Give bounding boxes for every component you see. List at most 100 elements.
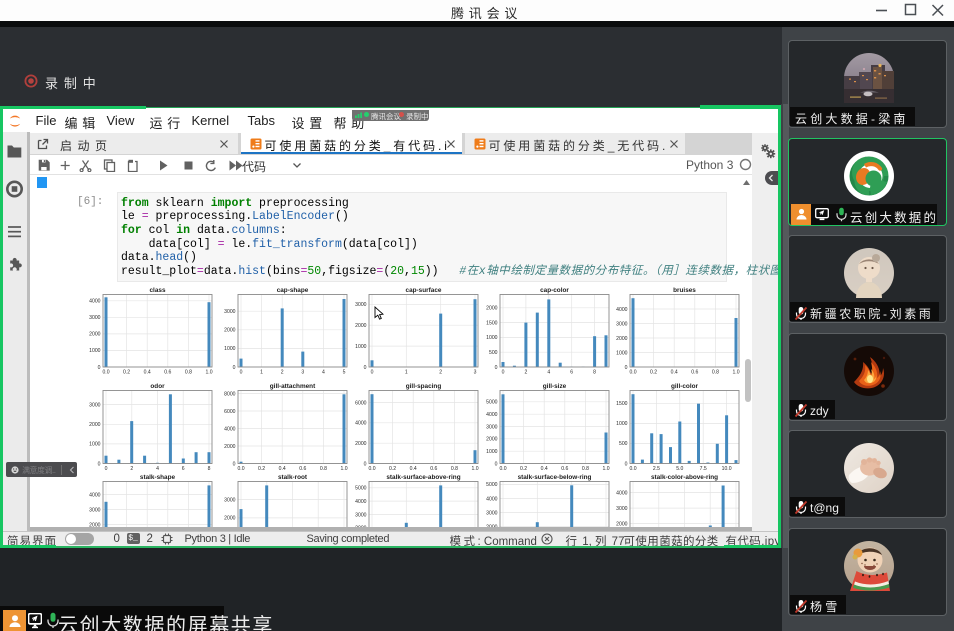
svg-text:3: 3 <box>474 370 477 376</box>
svg-text:3000: 3000 <box>224 309 235 315</box>
svg-text:5000: 5000 <box>486 400 497 406</box>
svg-text:1000: 1000 <box>616 350 627 356</box>
svg-text:3000: 3000 <box>89 402 100 408</box>
svg-text:5: 5 <box>343 370 346 376</box>
svg-text:stalk-shape: stalk-shape <box>140 474 176 481</box>
svg-text:0.4: 0.4 <box>541 466 548 472</box>
svg-text:gill-size: gill-size <box>543 383 567 390</box>
svg-text:0.0: 0.0 <box>629 370 636 376</box>
svg-text:2000: 2000 <box>486 306 497 312</box>
svg-text:0.0: 0.0 <box>237 466 244 472</box>
svg-text:0: 0 <box>98 365 101 371</box>
svg-text:5.0: 5.0 <box>676 466 683 472</box>
svg-text:2.5: 2.5 <box>653 466 660 472</box>
svg-text:4: 4 <box>322 370 325 376</box>
svg-text:2: 2 <box>439 370 442 376</box>
svg-text:1000: 1000 <box>355 344 366 350</box>
svg-text:8: 8 <box>208 466 211 472</box>
svg-text:1000: 1000 <box>89 348 100 354</box>
svg-text:0.4: 0.4 <box>144 370 151 376</box>
svg-text:4000: 4000 <box>486 496 497 502</box>
svg-text:0.6: 0.6 <box>164 370 171 376</box>
svg-text:500: 500 <box>489 350 498 356</box>
svg-text:stalk-color-above-ring: stalk-color-above-ring <box>651 474 718 481</box>
svg-text:0: 0 <box>502 370 505 376</box>
svg-text:0: 0 <box>495 461 498 467</box>
svg-text:class: class <box>150 287 166 294</box>
svg-text:0.8: 0.8 <box>712 370 719 376</box>
svg-text:2: 2 <box>281 370 284 376</box>
svg-text:6: 6 <box>182 466 185 472</box>
svg-text:cap-color: cap-color <box>540 287 569 294</box>
svg-text:gill-spacing: gill-spacing <box>406 383 442 390</box>
svg-text:stalk-root: stalk-root <box>278 474 308 481</box>
svg-text:0.4: 0.4 <box>671 370 678 376</box>
svg-text:gill-attachment: gill-attachment <box>270 383 316 390</box>
svg-text:4: 4 <box>547 370 550 376</box>
svg-text:1.0: 1.0 <box>471 466 478 472</box>
svg-text:0: 0 <box>240 370 243 376</box>
svg-text:4: 4 <box>156 466 159 472</box>
svg-text:3: 3 <box>301 370 304 376</box>
svg-text:cap-surface: cap-surface <box>406 287 442 294</box>
svg-text:0.8: 0.8 <box>582 466 589 472</box>
svg-text:5000: 5000 <box>486 482 497 488</box>
svg-text:0: 0 <box>625 461 628 467</box>
svg-text:2: 2 <box>130 466 133 472</box>
svg-text:0.0: 0.0 <box>102 370 109 376</box>
svg-text:4000: 4000 <box>89 299 100 305</box>
svg-text:3000: 3000 <box>224 497 235 503</box>
svg-text:0: 0 <box>233 365 236 371</box>
svg-text:0: 0 <box>364 461 367 467</box>
svg-text:6: 6 <box>570 370 573 376</box>
svg-text:1500: 1500 <box>486 320 497 326</box>
svg-text:0.0: 0.0 <box>499 466 506 472</box>
svg-text:4000: 4000 <box>616 307 627 313</box>
svg-text:0.6: 0.6 <box>691 370 698 376</box>
svg-text:8000: 8000 <box>224 391 235 397</box>
svg-text:cap-shape: cap-shape <box>277 287 309 294</box>
svg-text:6000: 6000 <box>224 409 235 415</box>
svg-text:0.8: 0.8 <box>451 466 458 472</box>
svg-text:8: 8 <box>593 370 596 376</box>
svg-text:0.2: 0.2 <box>123 370 130 376</box>
svg-text:2000: 2000 <box>224 516 235 522</box>
svg-text:odor: odor <box>150 383 165 390</box>
svg-text:0.6: 0.6 <box>561 466 568 472</box>
svg-text:1.0: 1.0 <box>340 466 347 472</box>
svg-text:2000: 2000 <box>355 323 366 329</box>
svg-text:0: 0 <box>233 461 236 467</box>
svg-text:1.0: 1.0 <box>732 370 739 376</box>
svg-text:0: 0 <box>495 365 498 371</box>
svg-text:3000: 3000 <box>355 512 366 518</box>
svg-text:3000: 3000 <box>89 315 100 321</box>
svg-text:0: 0 <box>364 365 367 371</box>
svg-text:3000: 3000 <box>486 510 497 516</box>
svg-text:3000: 3000 <box>486 424 497 430</box>
svg-text:1: 1 <box>260 370 263 376</box>
svg-text:4000: 4000 <box>355 499 366 505</box>
svg-text:4000: 4000 <box>486 412 497 418</box>
svg-text:0.8: 0.8 <box>320 466 327 472</box>
svg-text:0.4: 0.4 <box>410 466 417 472</box>
svg-text:1000: 1000 <box>616 421 627 427</box>
svg-text:0.4: 0.4 <box>279 466 286 472</box>
svg-text:2000: 2000 <box>616 336 627 342</box>
svg-text:0.2: 0.2 <box>650 370 657 376</box>
svg-text:0: 0 <box>371 370 374 376</box>
svg-text:0.8: 0.8 <box>185 370 192 376</box>
svg-text:stalk-surface-below-ring: stalk-surface-below-ring <box>518 474 592 481</box>
svg-text:3000: 3000 <box>355 302 366 308</box>
svg-text:2000: 2000 <box>355 441 366 447</box>
svg-text:1.0: 1.0 <box>205 370 212 376</box>
svg-text:10.0: 10.0 <box>722 466 732 472</box>
svg-text:0.0: 0.0 <box>368 466 375 472</box>
svg-text:1.0: 1.0 <box>602 466 609 472</box>
svg-text:4000: 4000 <box>224 426 235 432</box>
svg-text:0.2: 0.2 <box>520 466 527 472</box>
svg-text:2000: 2000 <box>486 437 497 443</box>
svg-text:4000: 4000 <box>89 492 100 498</box>
svg-text:gill-color: gill-color <box>671 383 698 390</box>
svg-text:bruises: bruises <box>673 287 696 294</box>
svg-text:2000: 2000 <box>224 444 235 450</box>
